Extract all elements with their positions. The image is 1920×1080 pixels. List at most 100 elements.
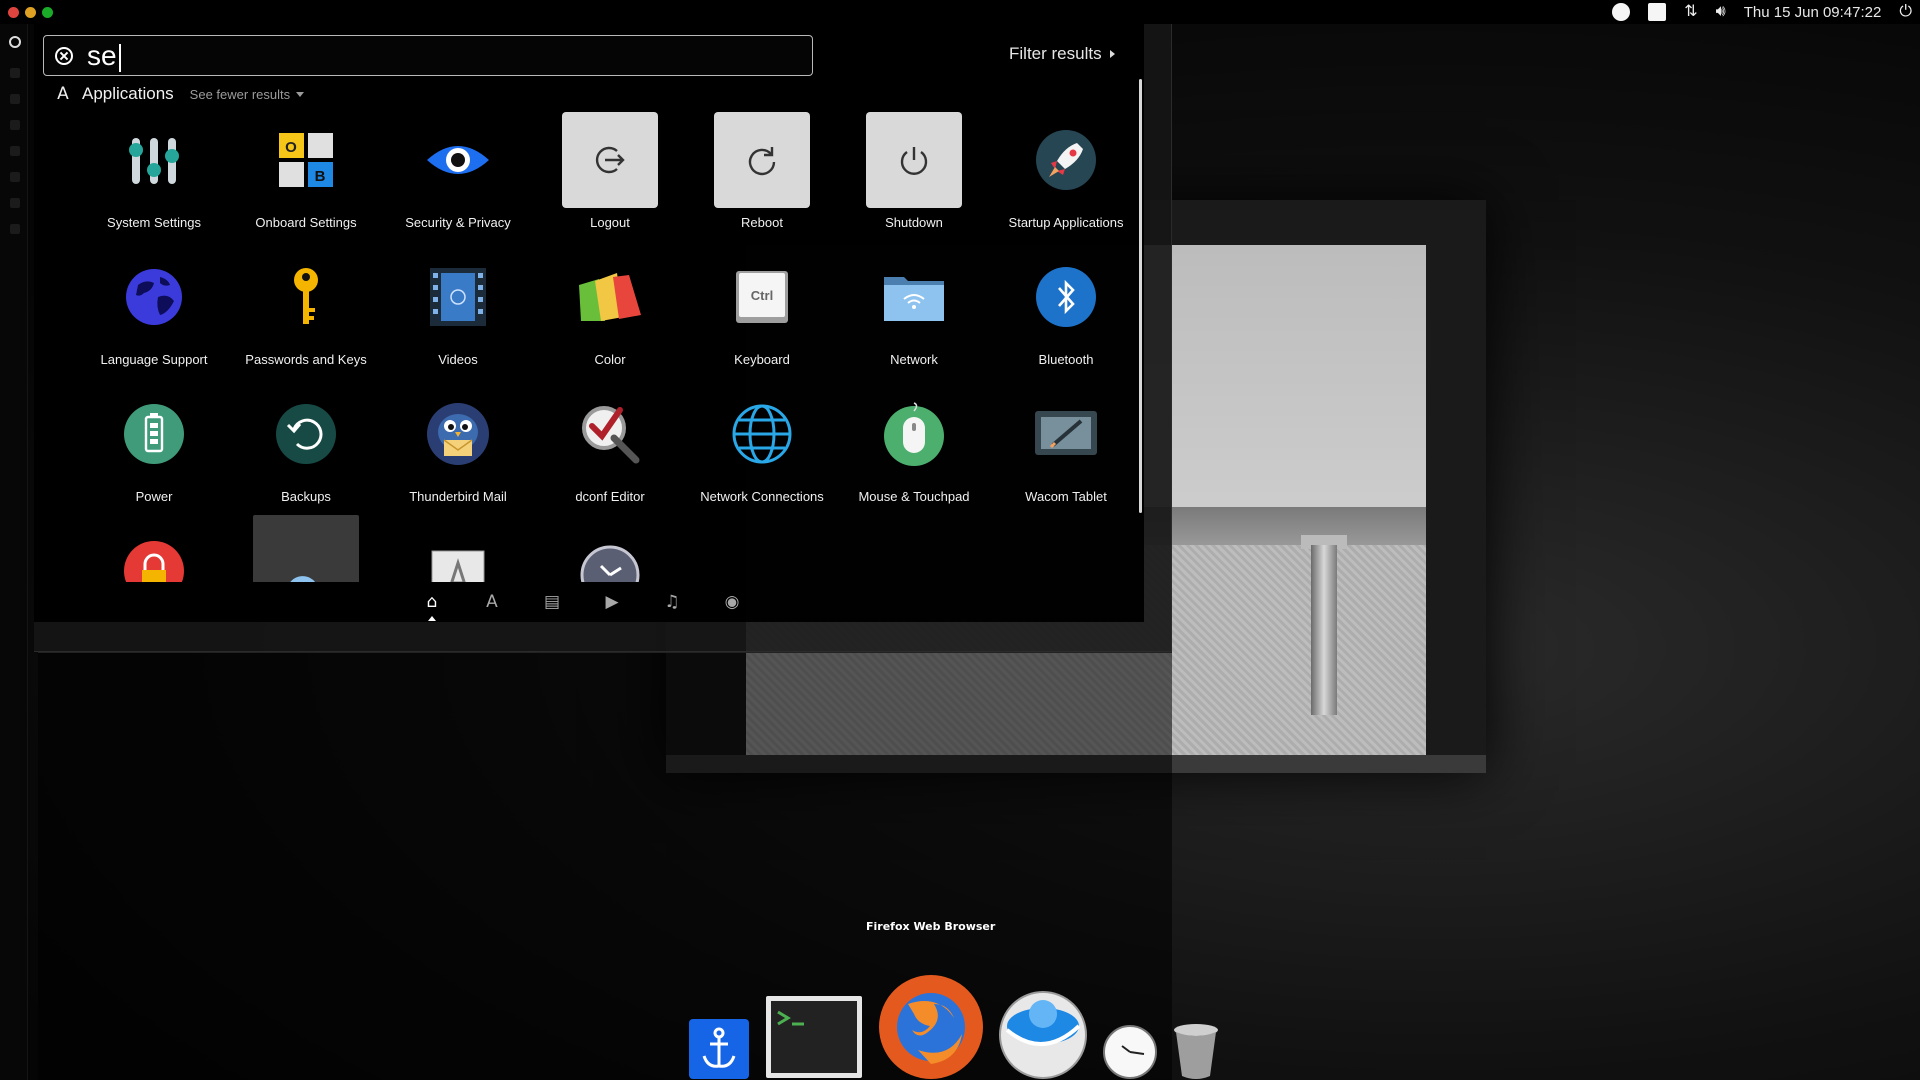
launcher-item[interactable] xyxy=(10,172,20,182)
photos-lens-icon[interactable]: ◉ xyxy=(720,590,744,614)
browser-globe-icon[interactable] xyxy=(998,990,1088,1080)
app-tile-power[interactable]: Power xyxy=(78,378,230,515)
passwords-keys-icon xyxy=(258,249,354,345)
app-label: Thunderbird Mail xyxy=(409,489,507,504)
clear-search-icon[interactable] xyxy=(55,46,73,65)
app-label: Power xyxy=(135,489,173,504)
music-lens-icon[interactable]: ♫ xyxy=(660,590,684,614)
videos-icon xyxy=(410,249,506,345)
app-tile-wacom-tablet[interactable]: Wacom Tablet xyxy=(990,378,1130,515)
app-tile-system-settings[interactable]: System Settings xyxy=(78,104,230,241)
dconf-editor-icon xyxy=(562,386,658,482)
app-label: Color xyxy=(594,352,626,367)
results-scrollbar[interactable] xyxy=(1139,79,1142,513)
search-query-text: se xyxy=(87,40,117,71)
video-lens-icon[interactable]: ▶ xyxy=(600,590,624,614)
onboard-settings-icon: O B xyxy=(258,112,354,208)
terminal-icon[interactable] xyxy=(764,994,864,1080)
app-tile-partial[interactable] xyxy=(78,515,230,582)
ubuntu-logo-icon[interactable] xyxy=(9,36,21,48)
launcher-item[interactable] xyxy=(10,94,20,104)
app-tile-bluetooth[interactable]: Bluetooth xyxy=(990,241,1130,378)
reboot-icon xyxy=(714,112,810,208)
close-window-button[interactable] xyxy=(8,6,19,18)
app-label: Network xyxy=(890,352,938,367)
app-tile-startup-applications[interactable]: Startup Applications xyxy=(990,104,1130,241)
security-privacy-icon xyxy=(410,112,506,208)
power-icon[interactable]: ⏻ xyxy=(1899,0,1912,24)
minimize-window-button[interactable] xyxy=(25,6,36,18)
maximize-window-button[interactable] xyxy=(42,6,53,18)
font-icon xyxy=(410,523,506,582)
results-area: System Settings O B Onboard Settings Sec xyxy=(40,104,1130,582)
logout-icon xyxy=(562,112,658,208)
clock-datetime[interactable]: Thu 15 Jun 09:47:22 xyxy=(1744,4,1882,21)
app-tile-onboard-settings[interactable]: O B Onboard Settings xyxy=(230,104,382,241)
app-tile-color[interactable]: Color xyxy=(534,241,686,378)
app-tile-shutdown[interactable]: Shutdown xyxy=(838,104,990,241)
mouse-touchpad-icon xyxy=(866,386,962,482)
app-tile-language-support[interactable]: Language Support xyxy=(78,241,230,378)
search-input[interactable]: se xyxy=(43,35,813,76)
app-tile-keyboard[interactable]: Ctrl Keyboard xyxy=(686,241,838,378)
panel-indicators: ⇅ 🔊︎ Thu 15 Jun 09:47:22 ⏻ xyxy=(1612,0,1920,24)
screen-indicator-icon[interactable] xyxy=(1648,3,1667,21)
applications-category-header: A Applications See fewer results xyxy=(54,84,305,104)
applications-lens-icon[interactable]: A xyxy=(480,590,504,614)
onboard-letter-o: O xyxy=(285,139,297,156)
chevron-down-icon xyxy=(296,91,305,97)
filter-results-label: Filter results xyxy=(1009,44,1102,63)
launcher-item[interactable] xyxy=(10,120,20,130)
filter-results-button[interactable]: Filter results xyxy=(1009,44,1115,64)
dock xyxy=(688,955,1220,1080)
app-tile-security-privacy[interactable]: Security & Privacy xyxy=(382,104,534,241)
app-tile-reboot[interactable]: Reboot xyxy=(686,104,838,241)
startup-applications-icon xyxy=(1018,112,1114,208)
app-label: System Settings xyxy=(107,215,201,230)
launcher-bar xyxy=(0,24,28,1080)
app-label: Passwords and Keys xyxy=(245,352,367,367)
launcher-item[interactable] xyxy=(10,198,20,208)
lens-bar: ⌂ A ▤ ▶ ♫ ◉ xyxy=(420,590,744,621)
app-label: Backups xyxy=(281,489,331,504)
app-tile-passwords-keys[interactable]: Passwords and Keys xyxy=(230,241,382,378)
clock-app-icon[interactable] xyxy=(1102,1024,1158,1080)
home-lens-icon[interactable]: ⌂ xyxy=(420,590,444,621)
firefox-icon[interactable] xyxy=(878,974,984,1080)
thunderbird-icon xyxy=(410,386,506,482)
files-lens-icon[interactable]: ▤ xyxy=(540,590,564,614)
network-folder-icon xyxy=(866,249,962,345)
trash-icon[interactable] xyxy=(1172,1022,1220,1080)
shutdown-icon xyxy=(866,112,962,208)
app-label: dconf Editor xyxy=(575,489,645,504)
bluetooth-icon xyxy=(1018,249,1114,345)
category-title: Applications xyxy=(82,84,174,103)
launcher-item[interactable] xyxy=(10,146,20,156)
app-tile-partial[interactable] xyxy=(382,515,534,582)
onboard-letter-b: B xyxy=(315,168,326,185)
app-results-grid: System Settings O B Onboard Settings Sec xyxy=(78,104,1130,582)
app-tile-network-connections[interactable]: Network Connections xyxy=(686,378,838,515)
anchor-app-icon[interactable] xyxy=(688,1018,750,1080)
app-label: Mouse & Touchpad xyxy=(858,489,970,504)
app-tile-thunderbird[interactable]: Thunderbird Mail xyxy=(382,378,534,515)
top-panel: ⇅ 🔊︎ Thu 15 Jun 09:47:22 ⏻ xyxy=(0,0,1920,24)
app-tile-backups[interactable]: Backups xyxy=(230,378,382,515)
see-fewer-results-button[interactable]: See fewer results xyxy=(190,87,305,102)
launcher-item[interactable] xyxy=(10,68,20,78)
volume-icon[interactable]: 🔊︎ xyxy=(1716,0,1726,24)
app-tile-partial[interactable] xyxy=(230,515,382,582)
network-icon[interactable]: ⇅ xyxy=(1684,0,1697,24)
launcher-item[interactable] xyxy=(10,224,20,234)
app-label: Videos xyxy=(438,352,478,367)
record-indicator-icon[interactable] xyxy=(1612,3,1631,21)
app-tile-logout[interactable]: Logout xyxy=(534,104,686,241)
app-label: Startup Applications xyxy=(1008,215,1124,230)
app-tile-network[interactable]: Network xyxy=(838,241,990,378)
app-tile-partial[interactable] xyxy=(534,515,686,582)
app-tile-videos[interactable]: Videos xyxy=(382,241,534,378)
app-tile-dconf-editor[interactable]: dconf Editor xyxy=(534,378,686,515)
dock-tooltip: Firefox Web Browser xyxy=(866,920,996,933)
system-settings-icon xyxy=(106,112,202,208)
app-tile-mouse-touchpad[interactable]: Mouse & Touchpad xyxy=(838,378,990,515)
